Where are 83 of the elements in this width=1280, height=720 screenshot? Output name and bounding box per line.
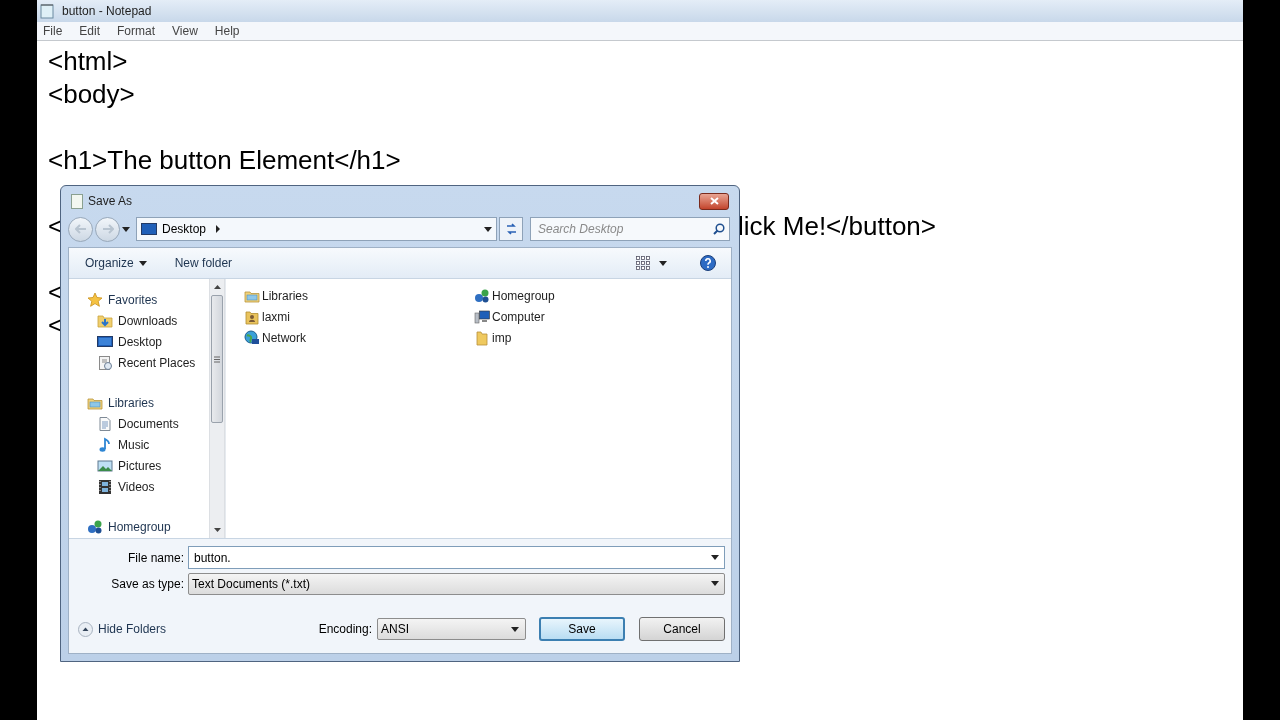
file-name-field[interactable]: button. — [188, 546, 725, 569]
dropdown-caret-icon — [711, 555, 719, 560]
computer-icon — [474, 308, 490, 325]
monitor-icon — [97, 333, 113, 350]
view-grid-icon — [636, 256, 650, 270]
monitor-icon — [141, 223, 157, 235]
nav-item[interactable]: Libraries — [87, 392, 209, 413]
search-icon — [713, 223, 725, 235]
code-line: <body> — [48, 78, 136, 111]
field-label: File name: — [126, 549, 185, 567]
file-type-dropdown[interactable]: Text Documents (*.txt) — [188, 572, 725, 595]
code-line: <h1>The button Element</h1> — [48, 144, 402, 177]
download-folder-icon — [97, 312, 113, 329]
folder-icon — [474, 329, 490, 346]
address-caret-icon — [484, 226, 492, 232]
folder-list-entry[interactable]: Network — [244, 327, 474, 348]
document-icon — [97, 354, 113, 371]
scroll-thumb[interactable] — [211, 295, 223, 423]
collapse-icon — [78, 621, 93, 637]
help-icon — [700, 255, 716, 271]
chevron-right-icon — [216, 225, 221, 233]
user-folder-icon — [244, 308, 260, 325]
back-button[interactable] — [68, 216, 93, 242]
field-label: Encoding: — [318, 621, 372, 638]
film-icon — [97, 478, 113, 495]
dialog-button[interactable]: Save — [539, 617, 625, 641]
forward-button[interactable] — [95, 216, 120, 242]
hide-folders-button[interactable]: Hide Folders — [78, 620, 167, 638]
encoding-dropdown[interactable]: ANSI — [377, 618, 526, 640]
folder-list-entry[interactable]: Computer — [474, 306, 704, 327]
menu-item[interactable]: View — [172, 22, 198, 40]
menu-item[interactable]: File — [43, 22, 63, 40]
view-caret-icon — [659, 260, 667, 266]
star-icon — [87, 291, 103, 308]
nav-item[interactable]: Downloads — [87, 310, 209, 331]
nav-item[interactable]: Homegroup — [87, 516, 209, 537]
folder-list-entry[interactable]: laxmi — [244, 306, 474, 327]
window-title: button - Notepad — [62, 3, 152, 20]
nav-item[interactable]: Recent Places — [87, 352, 209, 373]
search-field[interactable]: Search Desktop — [530, 217, 730, 241]
landscape-icon — [97, 457, 113, 474]
dropdown-caret-icon — [711, 581, 719, 586]
network-spheres-icon — [474, 287, 490, 304]
forward-arrow-icon — [101, 224, 114, 234]
toolbar-button[interactable]: New folder — [174, 254, 233, 272]
back-arrow-icon — [74, 224, 87, 234]
nav-item[interactable]: Videos — [87, 476, 209, 497]
network-spheres-icon — [87, 518, 103, 535]
close-icon — [709, 197, 719, 205]
refresh-button[interactable] — [499, 217, 523, 241]
scroll-up-icon — [213, 285, 221, 289]
code-line: lick Me!</button> — [738, 210, 936, 243]
refresh-icon — [504, 223, 518, 235]
globe-monitor-icon — [244, 329, 260, 346]
nav-item[interactable]: Documents — [87, 413, 209, 434]
close-button[interactable] — [699, 192, 729, 210]
address-bar[interactable]: Desktop — [136, 217, 497, 241]
nav-item[interactable]: Music — [87, 434, 209, 455]
nav-item[interactable]: Desktop — [87, 331, 209, 352]
organize-menu[interactable]: Organize — [85, 254, 147, 272]
address-location[interactable]: Desktop — [162, 220, 207, 238]
folder-list-entry[interactable]: Homegroup — [474, 285, 704, 306]
grip-icon — [214, 355, 220, 363]
scroll-down-icon — [213, 528, 221, 532]
folder-list-entry[interactable]: Libraries — [244, 285, 474, 306]
scrollbar[interactable] — [209, 279, 225, 538]
notepad-icon — [71, 193, 83, 209]
dialog-title: Save As — [88, 193, 133, 210]
code-line: <html> — [48, 45, 129, 78]
dropdown-caret-icon — [511, 626, 519, 632]
field-label: Save as type: — [110, 575, 185, 593]
history-caret-icon — [122, 226, 130, 232]
menu-item[interactable]: Edit — [79, 22, 101, 40]
menu-item[interactable]: Help — [214, 22, 240, 40]
dialog-button[interactable]: Cancel — [639, 617, 725, 641]
music-note-icon — [97, 436, 113, 453]
document-icon — [97, 415, 113, 432]
folder-list-entry[interactable]: imp — [474, 327, 704, 348]
notepad-icon — [40, 3, 54, 19]
nav-item[interactable]: Favorites — [87, 289, 209, 310]
caret-icon — [138, 260, 147, 266]
menu-item[interactable]: Format — [117, 22, 156, 40]
nav-item[interactable]: Pictures — [87, 455, 209, 476]
